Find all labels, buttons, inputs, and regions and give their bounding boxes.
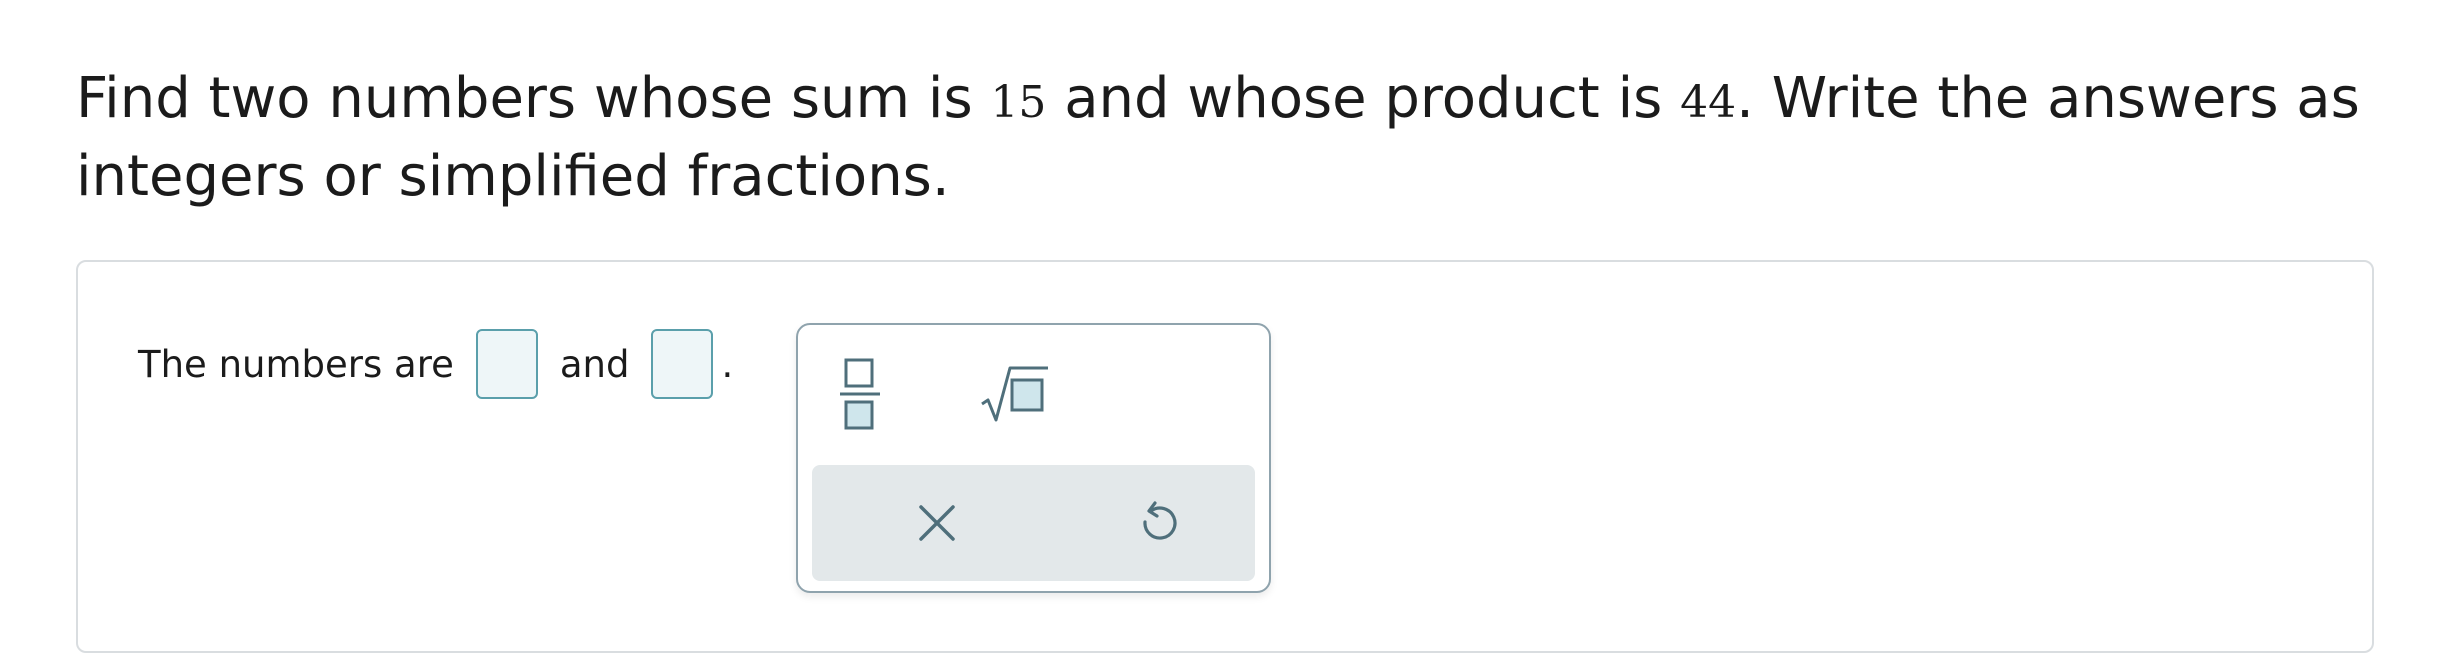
fraction-icon [840,358,880,430]
question-part-1: Find two numbers whose sum is [76,66,991,131]
palette-footer [812,465,1255,581]
sum-value: 15 [990,77,1047,128]
answer-prefix: The numbers are [138,342,454,386]
undo-button[interactable] [1112,478,1202,568]
square-root-icon [981,366,1048,422]
square-root-button[interactable] [970,349,1060,439]
close-icon [919,505,955,541]
second-answer-input[interactable] [651,329,714,399]
answer-line: The numbers are and . [138,327,733,401]
answer-suffix: . [721,342,734,386]
product-value: 44 [1680,77,1737,128]
undo-icon [1143,501,1177,540]
answer-conjunction: and [559,342,630,386]
question-text: Find two numbers whose sum is 15 and who… [76,62,2416,214]
fraction-button[interactable] [816,349,906,439]
question-part-2: and whose product is [1046,66,1681,131]
math-palette [796,323,1271,593]
first-answer-input[interactable] [475,329,538,399]
clear-button[interactable] [892,478,982,568]
